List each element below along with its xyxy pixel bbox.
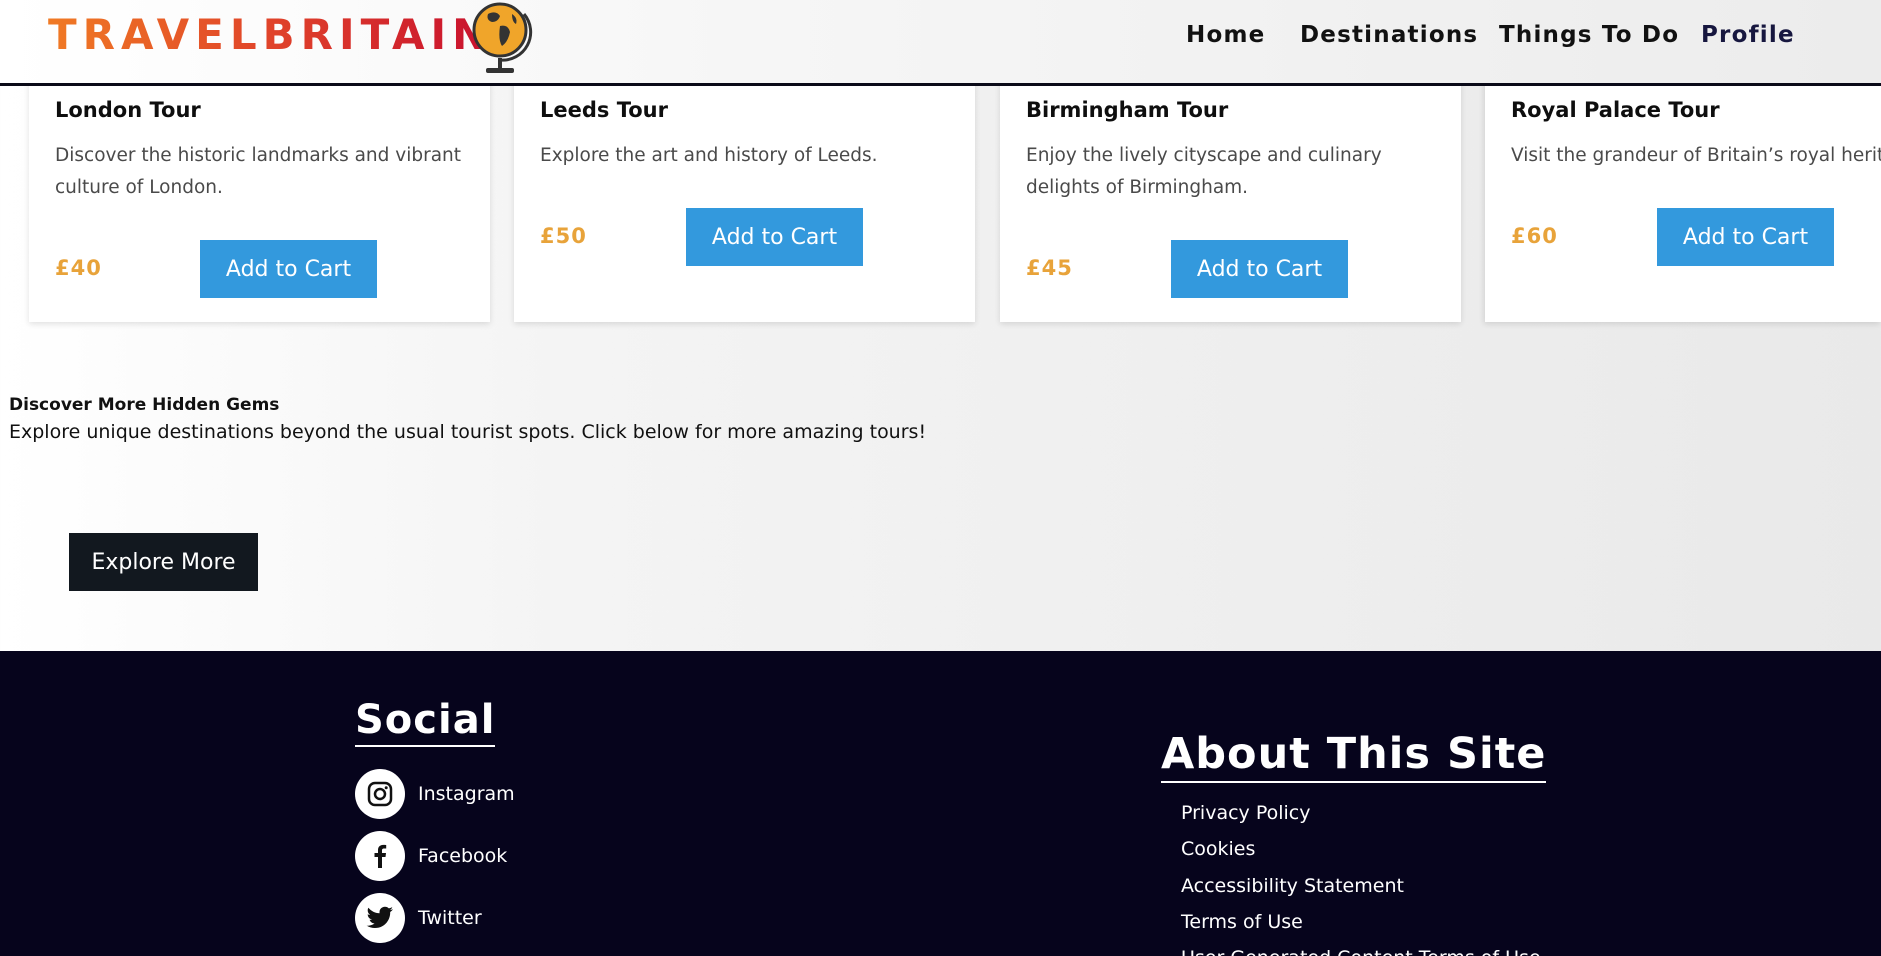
add-to-cart-button[interactable]: Add to Cart <box>1657 208 1834 266</box>
hidden-gems-text: Explore unique destinations beyond the u… <box>9 421 927 443</box>
tour-description: Enjoy the lively cityscape and culinary … <box>1026 145 1382 198</box>
tour-description: Visit the grandeur of Britain’s royal he… <box>1511 145 1881 166</box>
tour-price: £45 <box>1026 256 1073 280</box>
tour-description: Explore the art and history of Leeds. <box>540 145 878 166</box>
nav-things-to-do[interactable]: Things To Do <box>1499 22 1679 48</box>
social-link-twitter[interactable]: Twitter <box>355 892 482 944</box>
social-heading: Social <box>355 697 496 747</box>
footer-link-privacy-policy[interactable]: Privacy Policy <box>1181 802 1310 824</box>
twitter-icon <box>355 893 405 943</box>
instagram-icon <box>355 769 405 819</box>
nav-profile[interactable]: Profile <box>1701 22 1795 48</box>
social-label: Facebook <box>418 845 508 867</box>
tour-title: Birmingham Tour <box>1026 98 1229 122</box>
social-label: Instagram <box>418 783 515 805</box>
main-nav: Home Destinations Things To Do Profile <box>0 22 1881 52</box>
hidden-gems-title: Discover More Hidden Gems <box>9 395 280 415</box>
facebook-icon <box>355 831 405 881</box>
tour-title: Leeds Tour <box>540 98 668 122</box>
tour-title: Royal Palace Tour <box>1511 98 1720 122</box>
add-to-cart-button[interactable]: Add to Cart <box>686 208 863 266</box>
social-link-instagram[interactable]: Instagram <box>355 768 515 820</box>
tour-price: £50 <box>540 224 587 248</box>
site-footer: Social Instagram Facebook Twitter About … <box>0 651 1881 956</box>
footer-link-user-content-terms[interactable]: User Generated Content Terms of Use <box>1181 947 1541 956</box>
add-to-cart-button[interactable]: Add to Cart <box>1171 240 1348 298</box>
social-label: Twitter <box>418 907 482 929</box>
tour-price: £60 <box>1511 224 1558 248</box>
tour-card-royal-palace: Royal Palace Tour Visit the grandeur of … <box>1485 60 1881 322</box>
about-heading: About This Site <box>1161 729 1547 783</box>
site-header: TRAVELBRITAIN Home Destinations Things T… <box>0 0 1881 86</box>
tour-description: Discover the historic landmarks and vibr… <box>55 145 462 198</box>
tour-card-leeds: Leeds Tour Explore the art and history o… <box>514 60 975 322</box>
tour-title: London Tour <box>55 98 201 122</box>
footer-link-cookies[interactable]: Cookies <box>1181 838 1255 860</box>
explore-more-button[interactable]: Explore More <box>69 533 258 591</box>
footer-link-accessibility[interactable]: Accessibility Statement <box>1181 875 1404 897</box>
tour-card-london: London Tour Discover the historic landma… <box>29 60 490 322</box>
tour-price: £40 <box>55 256 102 280</box>
nav-destinations[interactable]: Destinations <box>1300 22 1478 48</box>
add-to-cart-button[interactable]: Add to Cart <box>200 240 377 298</box>
social-link-facebook[interactable]: Facebook <box>355 830 507 882</box>
nav-home[interactable]: Home <box>1186 22 1265 48</box>
footer-link-terms-of-use[interactable]: Terms of Use <box>1181 911 1303 933</box>
tour-card-birmingham: Birmingham Tour Enjoy the lively citysca… <box>1000 60 1461 322</box>
